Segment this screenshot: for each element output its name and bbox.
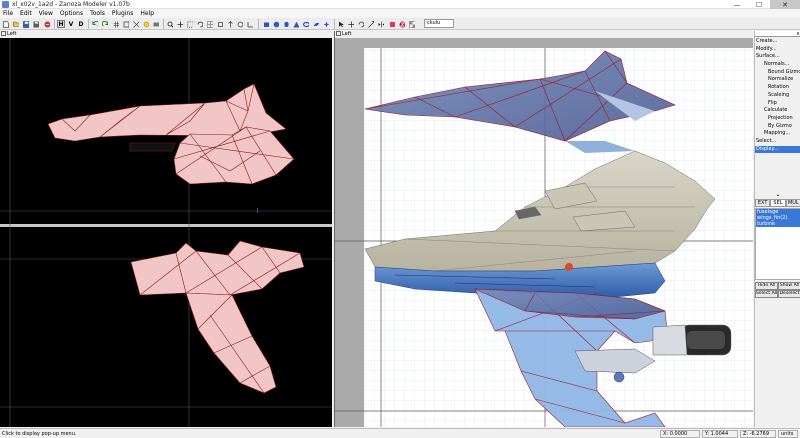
rotate-icon[interactable]	[357, 20, 365, 28]
deselect-button[interactable]: Deselect	[778, 290, 800, 298]
redo-icon[interactable]	[101, 20, 109, 28]
cube-icon[interactable]	[262, 20, 270, 28]
status-bar: Click to display pop-up menu. X: 0.0000 …	[0, 428, 800, 438]
hide-all-button[interactable]: Hide All	[755, 282, 778, 290]
left-viewport-area[interactable]: Left	[0, 31, 332, 427]
object-dropdown[interactable]: ckulu	[424, 19, 454, 28]
view-d-button[interactable]: D	[77, 20, 85, 28]
tab-sel[interactable]: SEL	[770, 199, 786, 207]
tab-ext[interactable]: EXT	[755, 199, 771, 207]
selection-mode-tabs: EXT SEL MUL	[755, 199, 800, 207]
z-coordinate-readout: Z: -6.2769	[740, 430, 776, 438]
open-folder-icon[interactable]	[12, 20, 20, 28]
command-menu: Create... Modify... Surface... Normals... Bo…	[755, 38, 800, 154]
save-as-icon[interactable]	[32, 20, 40, 28]
grid-icon[interactable]	[112, 20, 120, 28]
maximize-button[interactable]: ☐	[748, 0, 770, 9]
toolbar: H V D ckulu	[0, 18, 800, 30]
sidebar-item-create[interactable]: Create...	[755, 38, 800, 46]
show-all-button[interactable]: Show All	[778, 282, 800, 290]
sidebar-item-calculate[interactable]: Calculate	[755, 107, 800, 115]
y-coordinate-readout: Y: 1.0044	[702, 430, 738, 438]
sidebar-item-bound-gizmo[interactable]: Bound Gizmo	[755, 69, 800, 77]
object-list[interactable]: fuselage wings_fin(2) turbine	[755, 208, 800, 280]
save-icon[interactable]	[22, 20, 30, 28]
sidebar-header: x	[755, 31, 800, 37]
light-icon[interactable]	[142, 20, 150, 28]
grid-toggle-icon[interactable]	[206, 20, 214, 28]
menu-view[interactable]: View	[36, 10, 57, 17]
sidebar-item-by-gizmo[interactable]: By Gizmo	[755, 123, 800, 131]
sidebar-item-normals[interactable]: Normals...	[755, 61, 800, 69]
right-viewport[interactable]: Left	[334, 31, 753, 427]
tab-mul[interactable]: MUL	[785, 199, 800, 207]
sidebar-close-icon[interactable]: x	[795, 31, 800, 37]
wire-icon[interactable]	[132, 20, 140, 28]
left-viewport-canvas[interactable]	[0, 31, 332, 427]
sidebar-item-display[interactable]: Display...	[755, 145, 800, 154]
axes-icon[interactable]	[246, 20, 254, 28]
sphere-icon[interactable]	[272, 20, 280, 28]
pan-icon[interactable]	[176, 20, 184, 28]
sidebar-item-scaleing[interactable]: Scaleing	[755, 92, 800, 100]
sidebar-item-mapping[interactable]: Mapping...	[755, 130, 800, 138]
normals-icon[interactable]	[226, 20, 234, 28]
menu-help[interactable]: Help	[137, 10, 158, 17]
cylinder-icon[interactable]	[282, 20, 290, 28]
uv-editor-canvas[interactable]	[335, 31, 753, 427]
visibility-buttons: Hide All Show All	[755, 282, 800, 290]
bottom-wireframe	[130, 240, 305, 394]
sidebar-item-rotation[interactable]: Rotation	[755, 84, 800, 92]
menu-edit[interactable]: Edit	[17, 10, 36, 17]
paint-icon[interactable]	[388, 20, 396, 28]
view-h-button[interactable]: H	[57, 20, 65, 28]
menu-file[interactable]: File	[0, 10, 17, 17]
export-icon[interactable]	[43, 20, 51, 28]
sidebar-item-surface[interactable]: Surface...	[755, 53, 800, 61]
title-bar: xl_x02v_1a2d - Zanoza Modeler v1.07b — ☐…	[0, 0, 800, 9]
x-coordinate-readout: X: 0.0000	[660, 430, 700, 438]
plane-icon[interactable]	[312, 20, 320, 28]
move-icon[interactable]	[347, 20, 355, 28]
window-title: xl_x02v_1a2d - Zanoza Modeler v1.07b	[12, 0, 130, 8]
texture-icon[interactable]	[408, 20, 416, 28]
light-object-icon[interactable]	[322, 20, 330, 28]
menu-plugins[interactable]: Plugins	[109, 10, 138, 17]
list-item[interactable]: turbine	[756, 221, 800, 227]
top-wireframe	[47, 83, 295, 185]
magnify-icon[interactable]	[166, 20, 174, 28]
menu-options[interactable]: Options	[57, 10, 87, 17]
command-sidebar: x Create... Modify... Surface... Normals...…	[754, 31, 800, 427]
menu-tools[interactable]: Tools	[87, 10, 109, 17]
status-message: Click to display pop-up menu.	[2, 431, 77, 437]
mirror-icon[interactable]	[377, 20, 385, 28]
sidebar-item-modify[interactable]: Modify...	[755, 46, 800, 54]
select-pointer-icon[interactable]	[337, 20, 345, 28]
reset-icon[interactable]	[236, 20, 244, 28]
scale-icon[interactable]	[367, 20, 375, 28]
sidebar-item-normalize[interactable]: Normalize	[755, 76, 800, 84]
new-file-icon[interactable]	[2, 20, 10, 28]
torus-icon[interactable]	[302, 20, 310, 28]
scroll-down-icon[interactable]: ⌄	[763, 192, 793, 198]
zoom-extents-icon[interactable]	[186, 20, 194, 28]
snap-icon[interactable]	[122, 20, 130, 28]
material-icon[interactable]	[398, 20, 406, 28]
sidebar-item-select[interactable]: Select...	[755, 138, 800, 146]
units-label: units	[778, 430, 798, 438]
app-icon	[2, 0, 9, 8]
render-icon[interactable]	[152, 20, 160, 28]
selection-buttons: Select All Deselect	[755, 290, 800, 298]
sidebar-item-projection[interactable]: Projection	[755, 115, 800, 123]
close-button[interactable]: ✕	[770, 0, 800, 9]
cone-icon[interactable]	[292, 20, 300, 28]
view-v-button[interactable]: V	[67, 20, 75, 28]
select-all-button[interactable]: Select All	[755, 290, 778, 298]
menu-bar: File Edit View Options Tools Plugins Hel…	[0, 9, 800, 18]
sidebar-item-flip[interactable]: Flip	[755, 100, 800, 108]
rotate-view-icon[interactable]	[196, 20, 204, 28]
bounding-icon[interactable]	[216, 20, 224, 28]
minimize-button[interactable]: —	[726, 0, 748, 9]
undo-icon[interactable]	[91, 20, 99, 28]
